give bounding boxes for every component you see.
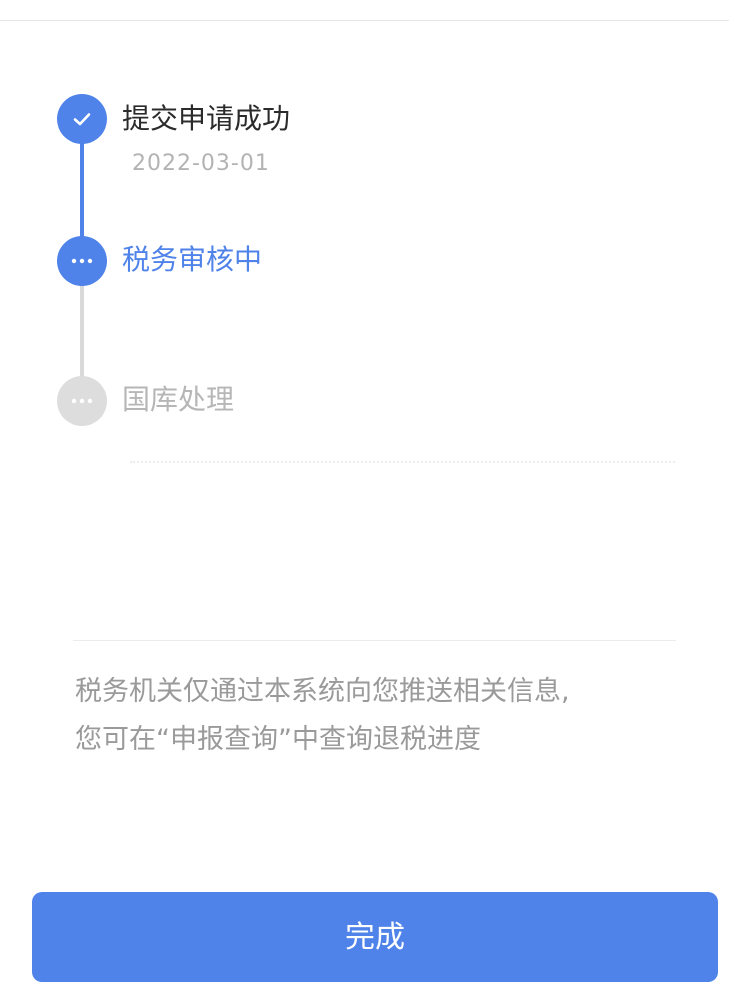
timeline-connector-completed bbox=[80, 130, 84, 240]
check-icon bbox=[73, 113, 91, 126]
step-date-submitted: 2022-03-01 bbox=[132, 151, 270, 176]
notice-text: 税务机关仅通过本系统向您推送相关信息, 您可在“申报查询”中查询退税进度 bbox=[75, 668, 675, 764]
step-in-progress-marker bbox=[57, 236, 107, 286]
timeline-connector-pending bbox=[80, 275, 84, 385]
notice-line-2: 您可在“申报查询”中查询退税进度 bbox=[75, 724, 481, 755]
step-label-tax-review: 税务审核中 bbox=[122, 243, 263, 276]
dotted-divider bbox=[130, 461, 675, 463]
notice-line-1: 税务机关仅通过本系统向您推送相关信息, bbox=[75, 676, 570, 707]
finish-button[interactable]: 完成 bbox=[32, 892, 718, 982]
step-pending-marker bbox=[57, 376, 107, 426]
step-label-treasury: 国库处理 bbox=[122, 383, 235, 416]
ellipsis-icon bbox=[71, 258, 93, 264]
section-divider bbox=[73, 640, 676, 641]
progress-timeline: 提交申请成功 2022-03-01 税务审核中 国库处理 bbox=[0, 0, 729, 480]
step-completed-marker bbox=[57, 94, 107, 144]
ellipsis-icon bbox=[71, 398, 93, 404]
step-label-submitted: 提交申请成功 bbox=[122, 102, 291, 135]
